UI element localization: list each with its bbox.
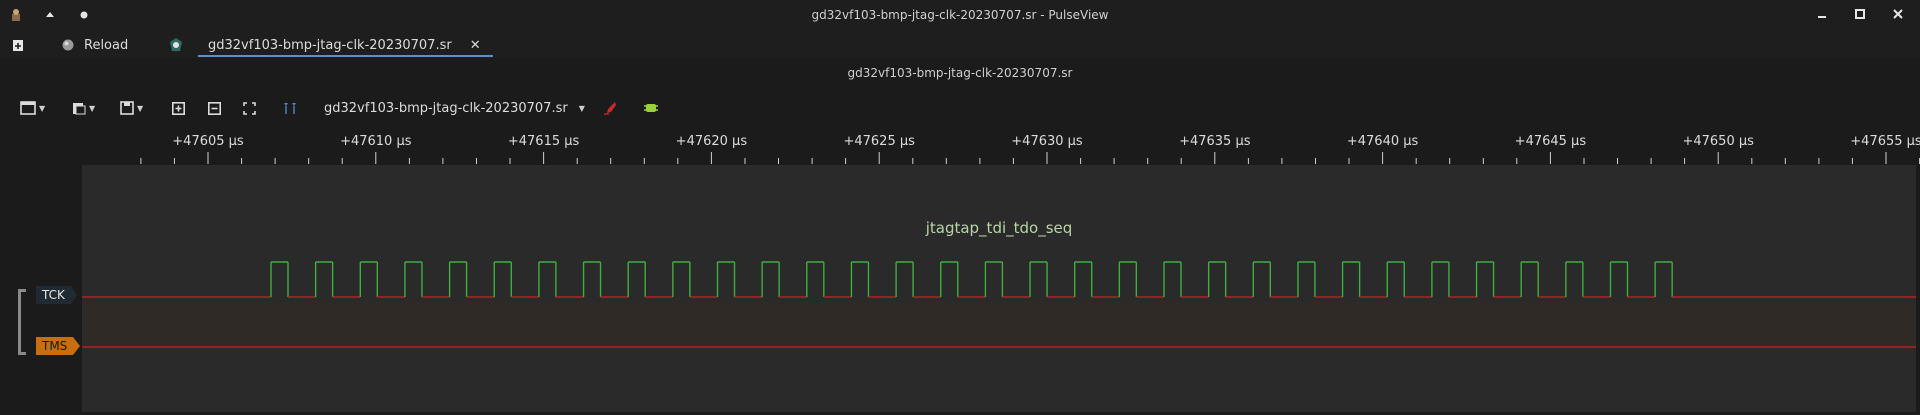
configure-device-button[interactable] [603, 98, 617, 118]
close-tab-icon[interactable]: ✕ [470, 38, 481, 53]
maximize-icon[interactable] [1852, 6, 1868, 22]
channel-label-tck[interactable]: TCK [36, 286, 77, 304]
chevron-down-icon: ▼ [89, 103, 96, 113]
ruler-tick-label: +47650 µs [1682, 134, 1754, 149]
ruler-tick-label: +47635 µs [1179, 134, 1251, 149]
zoom-fit-button[interactable] [243, 98, 256, 118]
channel-label-tms[interactable]: TMS [36, 337, 81, 355]
show-cursors-button[interactable] [282, 98, 298, 118]
ruler-tick-label: +47655 µs [1850, 134, 1920, 149]
ruler-tick-label: +47625 µs [843, 134, 915, 149]
ruler-tick-label: +47640 µs [1346, 134, 1419, 149]
trace-view[interactable]: jtagtap_tdi_tdo_seq [82, 165, 1916, 412]
zoom-out-button[interactable] [208, 98, 221, 118]
ruler-tick-label: +47630 µs [1011, 134, 1083, 149]
minimize-icon[interactable] [1814, 6, 1830, 22]
device-file-label: gd32vf103-bmp-jtag-clk-20230707.sr [324, 100, 568, 116]
configure-channels-button[interactable] [643, 98, 659, 118]
save-icon [120, 101, 134, 115]
window-title: gd32vf103-bmp-jtag-clk-20230707.sr - Pul… [811, 8, 1109, 22]
document-title: gd32vf103-bmp-jtag-clk-20230707.sr [847, 66, 1073, 80]
device-file-selector[interactable]: gd32vf103-bmp-jtag-clk-20230707.sr ▼ [324, 98, 585, 118]
cursors-icon [284, 102, 296, 114]
open-dropdown[interactable]: ▼ [72, 98, 95, 118]
pulseview-session-icon [170, 38, 182, 51]
ruler-tick-label: +47645 µs [1514, 134, 1587, 149]
ruler-tick-label: +47615 µs [507, 134, 580, 149]
tab-label: gd32vf103-bmp-jtag-clk-20230707.sr [208, 37, 452, 53]
new-session-button[interactable] [12, 35, 24, 55]
save-dropdown[interactable]: ▼ [120, 98, 143, 118]
chevron-down-icon: ▼ [578, 103, 585, 113]
titlebar-right-controls [1814, 6, 1906, 22]
ruler-tick-label: +47620 µs [675, 134, 748, 149]
session-icon-button[interactable] [168, 35, 184, 55]
add-device-dropdown[interactable]: ▼ [20, 98, 45, 118]
zoom-in-button[interactable] [172, 98, 185, 118]
channel-group-bracket[interactable] [18, 289, 26, 355]
tab-session-file[interactable]: gd32vf103-bmp-jtag-clk-20230707.sr ✕ [198, 35, 493, 57]
trace-canvas [82, 261, 1916, 348]
window-add-icon [20, 101, 36, 115]
chevron-down-icon: ▼ [137, 103, 144, 113]
zoom-fit-icon [243, 101, 256, 115]
main-toolbar: ▼ ▼ ▼ gd32vf103-bmp-jtag-clk-20230707.sr… [0, 96, 1920, 120]
decoder-annotation-label: jtagtap_tdi_tdo_seq [925, 219, 1073, 237]
ruler-tick-label: +47605 µs [172, 134, 244, 149]
reload-label: Reload [84, 37, 129, 53]
session-tabbar: Reload gd32vf103-bmp-jtag-clk-20230707.s… [0, 32, 1920, 58]
new-document-icon [13, 39, 23, 51]
zoom-in-icon [172, 101, 185, 115]
ruler-tick-label: +47610 µs [340, 134, 412, 149]
open-file-icon [73, 103, 86, 115]
zoom-out-icon [208, 101, 221, 115]
chevron-down-icon: ▼ [39, 103, 46, 113]
channel-header-pane: TCK TMS [0, 165, 82, 412]
window-titlebar: gd32vf103-bmp-jtag-clk-20230707.sr - Pul… [0, 0, 1920, 32]
reload-button[interactable]: Reload [62, 35, 128, 55]
tms-track-band [82, 302, 1916, 347]
probe-config-icon [604, 102, 616, 115]
time-ruler[interactable]: +47605 µs +47610 µs +47615 µs +47620 µs +476… [82, 128, 1920, 164]
close-window-icon[interactable] [1890, 6, 1906, 22]
channels-icon [644, 104, 658, 112]
reload-status-icon [62, 39, 74, 51]
